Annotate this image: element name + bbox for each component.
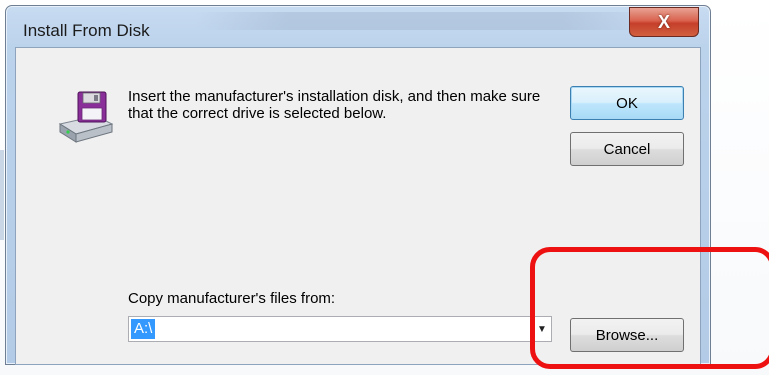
dialog-body: Insert the manufacturer's installation d…	[15, 47, 701, 365]
copy-files-label: Copy manufacturer's files from:	[128, 290, 336, 307]
source-path-combobox[interactable]: A:\ ▼	[128, 316, 552, 342]
floppy-disk-drive-icon	[58, 91, 114, 143]
background-window-edge	[0, 150, 4, 240]
cancel-button[interactable]: Cancel	[570, 132, 684, 166]
close-button[interactable]: X	[629, 7, 699, 37]
dialog-title: Install From Disk	[23, 21, 150, 40]
instructions-text: Insert the manufacturer's installation d…	[128, 88, 541, 122]
ok-button[interactable]: OK	[570, 86, 684, 120]
background-text-ghost	[196, 12, 656, 30]
close-icon: X	[657, 11, 670, 32]
browse-button[interactable]: Browse...	[570, 318, 684, 352]
install-from-disk-dialog: Install From Disk X Insert the manufactu…	[5, 5, 711, 365]
source-path-value[interactable]: A:\	[131, 319, 156, 339]
dropdown-arrow-icon[interactable]: ▼	[533, 317, 551, 341]
